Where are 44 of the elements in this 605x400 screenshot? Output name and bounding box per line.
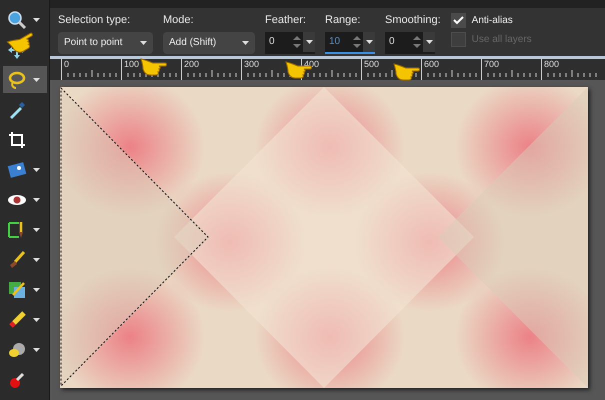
dropdown[interactable]: Add (Shift) (163, 32, 255, 54)
ruler-label: 800 (543, 59, 560, 70)
brush-icon (7, 250, 27, 270)
caret-icon (33, 318, 40, 322)
checkmark-icon (452, 16, 464, 25)
magnifier-icon (7, 10, 27, 30)
dropdown-toggle[interactable] (303, 32, 315, 52)
caret-icon (426, 40, 432, 44)
caret-icon (306, 40, 312, 44)
caret-icon (33, 258, 40, 262)
field-label: Selection type: (58, 13, 132, 28)
caret-icon (33, 168, 40, 172)
spinner-arrows-icon[interactable] (293, 34, 301, 48)
ruler-label: 300 (243, 59, 260, 70)
ruler-label: 200 (183, 59, 200, 70)
ruler-label: 700 (483, 59, 500, 70)
field-label: Mode: (163, 13, 195, 28)
ruler-label: 0 (63, 59, 70, 70)
caret-icon (33, 288, 40, 292)
checkbox-label: Anti-alias (472, 14, 513, 28)
number-field[interactable]: 0 (265, 32, 315, 54)
caret-icon (33, 348, 40, 352)
field-label: Range: (325, 13, 362, 28)
ruler-label: 500 (363, 59, 380, 70)
spinner-arrows-icon[interactable] (413, 34, 421, 48)
field-label: Feather: (265, 13, 307, 28)
recolor-icon (7, 280, 27, 300)
caret-icon (242, 40, 249, 44)
caret-icon (366, 40, 372, 44)
caret-icon (33, 18, 40, 22)
ruler-label: 600 (423, 59, 440, 70)
number-field[interactable]: 0 (385, 32, 435, 54)
dropdown[interactable]: Point to point (58, 32, 153, 54)
ruler-label: 100 (123, 59, 140, 70)
crop-icon (7, 130, 27, 150)
caret-icon (33, 198, 40, 202)
checkbox[interactable] (450, 13, 466, 28)
caret-icon (33, 78, 40, 82)
eraser-icon (7, 310, 27, 330)
dropdown-toggle[interactable] (423, 32, 435, 52)
lasso-icon (7, 70, 27, 90)
caret-icon (140, 40, 147, 44)
caret-icon (33, 228, 40, 232)
field-label: Smoothing: (385, 13, 441, 28)
